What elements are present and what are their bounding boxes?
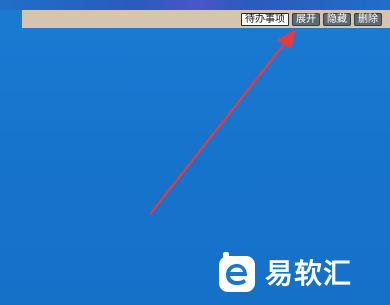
todo-button[interactable]: 待办事项 xyxy=(241,12,289,26)
window-top-edge xyxy=(0,0,390,10)
delete-button[interactable]: 删除 xyxy=(354,12,382,26)
watermark-text: 易软汇 xyxy=(265,257,353,290)
expand-button[interactable]: 展开 xyxy=(292,12,320,26)
hide-button[interactable]: 隐藏 xyxy=(323,12,351,26)
watermark-logo: 易软汇 xyxy=(215,250,352,298)
logo-icon xyxy=(219,252,255,292)
sticky-note-toolbar: 待办事项 展开 隐藏 删除 xyxy=(22,10,390,28)
